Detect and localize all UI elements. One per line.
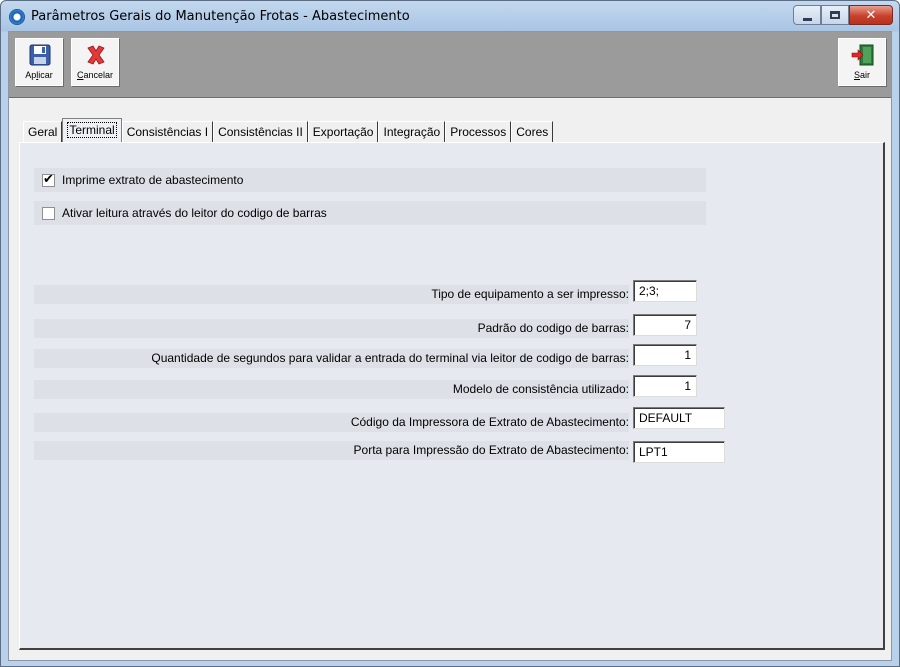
terminal-tab-page: ✔ Imprime extrato de abastecimento Ativa… — [19, 142, 885, 650]
exit-label: Sair — [853, 70, 871, 80]
tab-terminal[interactable]: Terminal — [62, 118, 122, 142]
window-controls: ✕ — [793, 5, 893, 25]
print-receipt-label: Imprime extrato de abastecimento — [62, 173, 244, 187]
print-port-row: Porta para Impressão do Extrato de Abast… — [34, 441, 629, 460]
barcode-pattern-input[interactable]: 7 — [633, 314, 697, 336]
tab-cores[interactable]: Cores — [511, 121, 554, 142]
checkmark-icon: ✔ — [43, 171, 54, 187]
client-area: Aplicar Cancelar Sair Geral Terminal Con… — [8, 31, 892, 661]
cancel-label: Cancelar — [76, 70, 114, 80]
barcode-reader-checkbox[interactable] — [42, 206, 55, 220]
equipment-type-input[interactable]: 2;3; — [633, 280, 697, 302]
consistency-model-row: Modelo de consistência utilizado: — [34, 380, 629, 399]
tab-geral[interactable]: Geral — [23, 121, 63, 142]
exit-door-icon — [851, 44, 874, 66]
barcode-reader-label: Ativar leitura através do leitor do codi… — [62, 206, 327, 220]
cancel-button[interactable]: Cancelar — [71, 38, 119, 86]
apply-label: Aplicar — [25, 70, 53, 80]
maximize-button[interactable] — [821, 5, 849, 25]
printer-code-row: Código da Impressora de Extrato de Abast… — [34, 413, 629, 432]
printer-code-input[interactable]: DEFAULT — [633, 407, 725, 429]
barcode-pattern-row: Padrão do codigo de barras: — [34, 319, 629, 338]
consistency-model-input[interactable]: 1 — [633, 375, 697, 397]
equipment-type-row: Tipo de equipamento a ser impresso: — [34, 285, 629, 304]
tab-integracao[interactable]: Integração — [378, 121, 446, 142]
barcode-reader-row[interactable]: Ativar leitura através do leitor do codi… — [34, 201, 706, 225]
window-title: Parâmetros Gerais do Manutenção Frotas -… — [31, 9, 410, 24]
tab-consistencias-i[interactable]: Consistências I — [121, 121, 214, 142]
validation-seconds-input[interactable]: 1 — [633, 344, 697, 366]
minimize-icon — [802, 17, 812, 21]
exit-button[interactable]: Sair — [838, 38, 886, 86]
print-receipt-checkbox[interactable]: ✔ — [42, 171, 55, 187]
tab-strip: Geral Terminal Consistências I Consistên… — [23, 118, 554, 142]
tab-consistencias-ii[interactable]: Consistências II — [213, 121, 308, 142]
floppy-disk-icon — [29, 44, 51, 66]
tab-processos[interactable]: Processos — [445, 121, 512, 142]
barcode-pattern-label: Padrão do codigo de barras: — [477, 321, 629, 335]
printer-code-label: Código da Impressora de Extrato de Abast… — [350, 415, 629, 429]
print-port-input[interactable]: LPT1 — [633, 441, 725, 463]
maximize-icon — [830, 11, 840, 19]
main-window: Parâmetros Gerais do Manutenção Frotas -… — [0, 0, 900, 667]
close-button[interactable]: ✕ — [849, 5, 893, 25]
close-icon: ✕ — [865, 7, 877, 23]
red-x-icon — [87, 45, 105, 65]
toolbar: Aplicar Cancelar Sair — [9, 32, 891, 98]
validation-seconds-row: Quantidade de segundos para validar a en… — [34, 349, 629, 368]
apply-button[interactable]: Aplicar — [15, 38, 63, 86]
equipment-type-label: Tipo de equipamento a ser impresso: — [431, 287, 629, 301]
minimize-button[interactable] — [793, 5, 821, 25]
tab-exportacao[interactable]: Exportação — [307, 121, 379, 142]
print-port-label: Porta para Impressão do Extrato de Abast… — [353, 443, 629, 457]
app-icon — [9, 9, 25, 25]
print-receipt-row[interactable]: ✔ Imprime extrato de abastecimento — [34, 168, 706, 192]
title-bar[interactable]: Parâmetros Gerais do Manutenção Frotas -… — [1, 1, 899, 31]
validation-seconds-label: Quantidade de segundos para validar a en… — [151, 351, 629, 365]
consistency-model-label: Modelo de consistência utilizado: — [452, 382, 629, 396]
tab-area: Geral Terminal Consistências I Consistên… — [9, 98, 891, 660]
